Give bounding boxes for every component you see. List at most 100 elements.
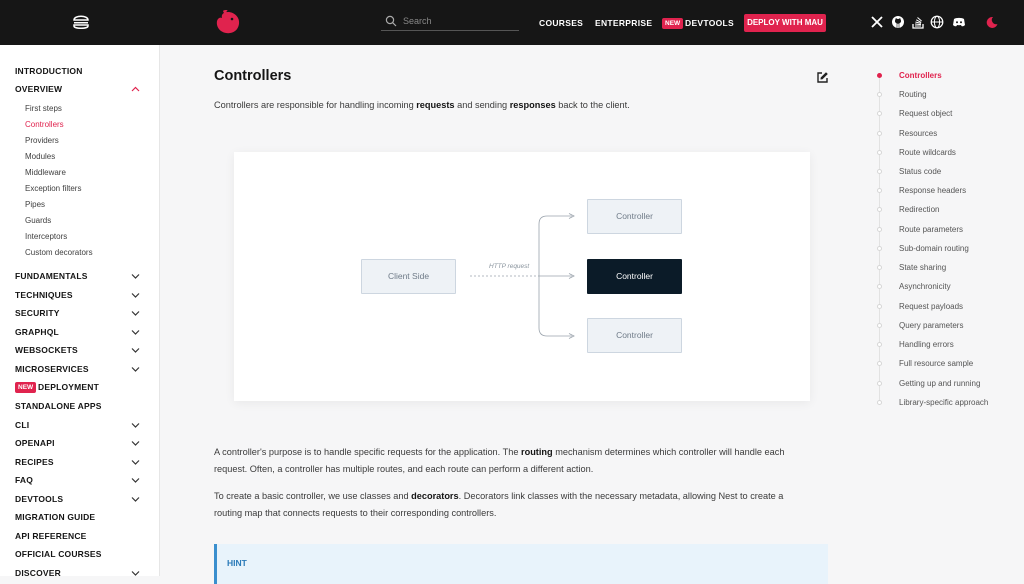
sidebar-item-pipes[interactable]: Pipes (25, 200, 45, 209)
toc-item-full-resource-sample[interactable]: Full resource sample (899, 359, 973, 368)
sidebar-item-security[interactable]: SECURITY (15, 308, 60, 318)
toc-dot (877, 304, 882, 309)
chevron-down-icon[interactable] (131, 422, 140, 428)
nestjs-logo-icon[interactable] (214, 9, 242, 35)
sidebar-item-modules[interactable]: Modules (25, 152, 55, 161)
deploy-with-mau-button[interactable]: DEPLOY WITH MAU (744, 14, 826, 32)
chevron-down-icon[interactable] (131, 366, 140, 372)
sidebar-item-deployment[interactable]: DEPLOYMENT (38, 382, 99, 392)
decorators-paragraph: To create a basic controller, we use cla… (214, 491, 784, 518)
chevron-down-icon[interactable] (131, 459, 140, 465)
sidebar-item-migration-guide[interactable]: MIGRATION GUIDE (15, 512, 95, 522)
toc-dot (877, 246, 882, 251)
toc-item-resources[interactable]: Resources (899, 129, 937, 138)
sidebar-item-graphql[interactable]: GRAPHQL (15, 327, 59, 337)
toc-dot (877, 284, 882, 289)
toc-dot (877, 400, 882, 405)
sidebar-item-controllers[interactable]: Controllers (25, 120, 64, 129)
table-of-contents: Controllers Routing Request object Resou… (870, 62, 1024, 422)
chevron-down-icon[interactable] (131, 477, 140, 483)
stackoverflow-icon[interactable] (911, 15, 925, 29)
toc-item-redirection[interactable]: Redirection (899, 205, 939, 214)
toc-dot (877, 227, 882, 232)
sidebar-item-api-reference[interactable]: API REFERENCE (15, 531, 87, 541)
chevron-down-icon[interactable] (131, 347, 140, 353)
toc-dot (877, 265, 882, 270)
nav-enterprise-link[interactable]: ENTERPRISE (595, 18, 652, 28)
sidebar-item-middleware[interactable]: Middleware (25, 168, 66, 177)
sidebar-item-introduction[interactable]: INTRODUCTION (15, 66, 83, 76)
sidebar-item-cli[interactable]: CLI (15, 420, 29, 430)
chevron-up-icon[interactable] (131, 86, 140, 92)
diagram-connectors (470, 213, 575, 339)
client-side-box: Client Side (361, 259, 456, 294)
toc-item-query-parameters[interactable]: Query parameters (899, 321, 963, 330)
toc-item-status-code[interactable]: Status code (899, 167, 941, 176)
toc-item-route-parameters[interactable]: Route parameters (899, 225, 963, 234)
toc-dot (877, 342, 882, 347)
sidebar-item-providers[interactable]: Providers (25, 136, 59, 145)
edit-page-icon[interactable] (816, 71, 829, 84)
search-bar[interactable] (381, 12, 519, 31)
main-content: Controllers Controllers are responsible … (160, 45, 860, 584)
toc-item-state-sharing[interactable]: State sharing (899, 263, 946, 272)
chevron-down-icon[interactable] (131, 292, 140, 298)
toc-item-handling-errors[interactable]: Handling errors (899, 340, 954, 349)
toc-dot (877, 131, 882, 136)
toc-dot (877, 188, 882, 193)
page-title: Controllers (214, 68, 292, 84)
sidebar-item-discover[interactable]: DISCOVER (15, 568, 61, 578)
theme-toggle-icon[interactable] (985, 15, 999, 29)
chevron-down-icon[interactable] (131, 273, 140, 279)
toc-dot (877, 207, 882, 212)
sidebar-item-devtools[interactable]: DEVTOOLS (15, 494, 63, 504)
globe-icon[interactable] (930, 15, 944, 29)
chevron-down-icon[interactable] (131, 440, 140, 446)
sidebar-item-custom-decorators[interactable]: Custom decorators (25, 248, 93, 257)
sidebar-item-interceptors[interactable]: Interceptors (25, 232, 67, 241)
sidebar-item-fundamentals[interactable]: FUNDAMENTALS (15, 271, 88, 281)
toc-dot (877, 169, 882, 174)
chevron-down-icon[interactable] (131, 329, 140, 335)
sidebar-item-websockets[interactable]: WEBSOCKETS (15, 345, 78, 355)
toc-dot (877, 150, 882, 155)
toc-item-routing[interactable]: Routing (899, 90, 927, 99)
sidebar-item-guards[interactable]: Guards (25, 216, 51, 225)
toc-item-sub-domain-routing[interactable]: Sub-domain routing (899, 244, 969, 253)
search-icon (385, 15, 397, 27)
nav-courses-link[interactable]: COURSES (539, 18, 583, 28)
github-icon[interactable] (891, 15, 905, 29)
nav-devtools-link[interactable]: DEVTOOLS (685, 18, 734, 28)
sidebar-item-techniques[interactable]: TECHNIQUES (15, 290, 73, 300)
sidebar-item-overview[interactable]: OVERVIEW (15, 84, 62, 94)
sidebar-item-microservices[interactable]: MICROSERVICES (15, 364, 89, 374)
sidebar-item-exception-filters[interactable]: Exception filters (25, 184, 81, 193)
controller-box-bottom: Controller (587, 318, 682, 353)
sidebar-item-faq[interactable]: FAQ (15, 475, 33, 485)
toc-item-library-specific-approach[interactable]: Library-specific approach (899, 398, 988, 407)
sidebar-item-official-courses[interactable]: OFFICIAL COURSES (15, 549, 102, 559)
toc-item-request-payloads[interactable]: Request payloads (899, 302, 963, 311)
search-input[interactable] (403, 13, 513, 29)
sidebar-item-openapi[interactable]: OPENAPI (15, 438, 55, 448)
sidebar-item-standalone-apps[interactable]: STANDALONE APPS (15, 401, 102, 411)
toc-item-getting-up-and-running[interactable]: Getting up and running (899, 379, 980, 388)
sidebar-item-first-steps[interactable]: First steps (25, 104, 62, 113)
toc-item-request-object[interactable]: Request object (899, 109, 952, 118)
toc-dot (877, 361, 882, 366)
discord-icon[interactable] (952, 15, 966, 29)
intro-paragraph: Controllers are responsible for handling… (214, 100, 630, 110)
toc-item-route-wildcards[interactable]: Route wildcards (899, 148, 956, 157)
sidebar-item-recipes[interactable]: RECIPES (15, 457, 54, 467)
controller-box-top: Controller (587, 199, 682, 234)
top-navbar: COURSES ENTERPRISE NEW DEVTOOLS DEPLOY W… (0, 0, 1024, 45)
x-icon[interactable] (870, 15, 884, 29)
chevron-down-icon[interactable] (131, 496, 140, 502)
chevron-down-icon[interactable] (131, 570, 140, 576)
chevron-down-icon[interactable] (131, 310, 140, 316)
toc-item-response-headers[interactable]: Response headers (899, 186, 966, 195)
burger-menu-icon[interactable] (72, 14, 90, 30)
toc-item-asynchronicity[interactable]: Asynchronicity (899, 282, 951, 291)
hint-label: HINT (227, 558, 247, 568)
toc-item-controllers[interactable]: Controllers (899, 71, 942, 80)
